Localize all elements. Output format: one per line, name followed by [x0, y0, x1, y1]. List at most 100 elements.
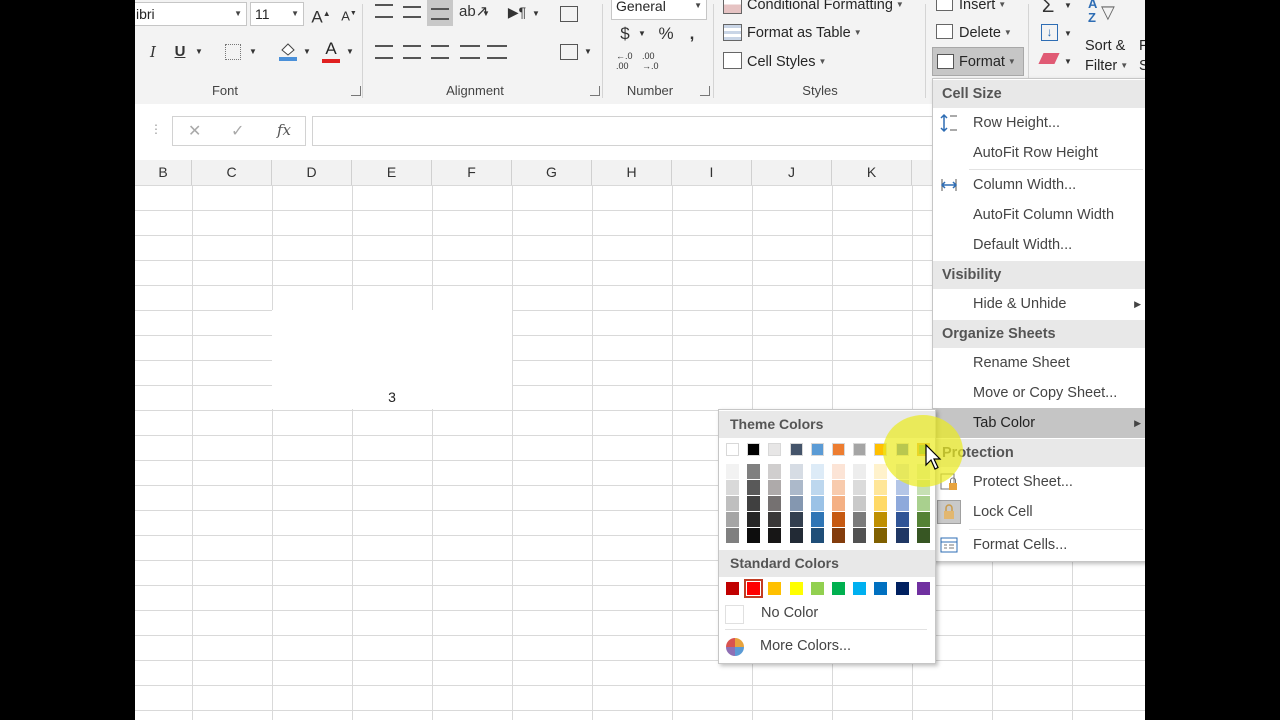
find-select-button[interactable]: F S — [1139, 36, 1145, 76]
column-header-k[interactable]: K — [832, 160, 912, 185]
menu-item-protect-sheet[interactable]: Protect Sheet... — [933, 467, 1145, 497]
grow-font-button[interactable]: A▲ — [310, 2, 332, 30]
theme-shade-swatch[interactable] — [874, 496, 888, 511]
theme-shade-swatch[interactable] — [916, 528, 930, 543]
fill-color-button[interactable] — [278, 41, 298, 61]
cell-styles-button[interactable]: Cell Styles ▼ — [747, 51, 826, 73]
font-color-dropdown[interactable]: ▼ — [344, 40, 356, 64]
standard-color-swatch[interactable] — [744, 579, 764, 598]
theme-shade-swatch[interactable] — [726, 512, 739, 527]
delete-button[interactable]: Delete ▼ — [959, 22, 1012, 44]
font-color-button[interactable]: A — [320, 40, 342, 64]
number-format-combo[interactable]: General ▼ — [611, 0, 707, 20]
menu-item-default-width[interactable]: Default Width... — [933, 230, 1145, 260]
borders-icon[interactable] — [225, 44, 241, 60]
align-right-icon[interactable] — [431, 45, 449, 59]
menu-item-rename-sheet[interactable]: Rename Sheet — [933, 348, 1145, 378]
menu-item-move-copy-sheet[interactable]: Move or Copy Sheet... — [933, 378, 1145, 408]
underline-button[interactable]: U — [169, 40, 191, 64]
theme-shade-swatch[interactable] — [810, 464, 824, 479]
shrink-font-button[interactable]: A▼ — [338, 2, 360, 28]
insert-button[interactable]: Insert ▼ — [959, 0, 1006, 16]
standard-color-swatch[interactable] — [853, 582, 867, 595]
theme-shade-swatch[interactable] — [747, 528, 761, 543]
column-header-c[interactable]: C — [192, 160, 272, 185]
theme-color-swatch[interactable] — [810, 443, 824, 456]
alignment-dialog-launcher[interactable]: . — [590, 86, 600, 96]
theme-shade-swatch[interactable] — [916, 496, 930, 511]
theme-shade-swatch[interactable] — [810, 480, 824, 495]
column-header-g[interactable]: G — [512, 160, 592, 185]
font-dialog-launcher[interactable]: . — [351, 86, 361, 96]
top-align-icon[interactable] — [375, 4, 393, 18]
theme-shade-swatch[interactable] — [768, 464, 782, 479]
standard-color-swatch[interactable] — [832, 582, 845, 595]
theme-shade-swatch[interactable] — [853, 496, 867, 511]
theme-shade-swatch[interactable] — [789, 480, 803, 495]
standard-color-swatch[interactable] — [810, 582, 824, 595]
column-header-j[interactable]: J — [752, 160, 832, 185]
column-header-b[interactable]: B — [135, 160, 192, 185]
accounting-dropdown[interactable]: ▼ — [637, 22, 647, 46]
theme-shade-swatch[interactable] — [832, 528, 845, 543]
autosum-dropdown[interactable]: ▼ — [1063, 0, 1073, 18]
theme-shade-swatch[interactable] — [895, 528, 909, 543]
orientation-button[interactable]: ab↗ — [459, 0, 488, 24]
theme-shade-swatch[interactable] — [768, 528, 782, 543]
column-header-h[interactable]: H — [592, 160, 672, 185]
theme-shade-swatch[interactable] — [853, 464, 867, 479]
theme-color-swatch[interactable] — [832, 443, 845, 456]
enter-icon[interactable]: ✓ — [231, 121, 244, 141]
orientation-dropdown[interactable]: ▼ — [481, 2, 491, 26]
theme-shade-swatch[interactable] — [832, 480, 845, 495]
column-header-f[interactable]: F — [432, 160, 512, 185]
theme-shade-swatch[interactable] — [789, 464, 803, 479]
bottom-align-button[interactable] — [427, 0, 453, 26]
eraser-icon[interactable] — [1038, 53, 1060, 64]
middle-align-icon[interactable] — [403, 6, 421, 18]
column-header-e[interactable]: E — [352, 160, 432, 185]
cancel-icon[interactable]: ✕ — [188, 121, 201, 141]
sort-filter-button[interactable]: Sort & Filter ▼ — [1085, 36, 1128, 76]
column-header-d[interactable]: D — [272, 160, 352, 185]
theme-shade-swatch[interactable] — [832, 512, 845, 527]
standard-color-swatch[interactable] — [768, 582, 782, 595]
theme-shade-swatch[interactable] — [726, 480, 739, 495]
theme-shade-swatch[interactable] — [789, 528, 803, 543]
align-left-icon[interactable] — [375, 45, 393, 59]
theme-color-swatch[interactable] — [768, 443, 782, 456]
theme-shade-swatch[interactable] — [789, 496, 803, 511]
theme-color-swatch[interactable] — [726, 443, 739, 456]
theme-shade-swatch[interactable] — [832, 464, 845, 479]
standard-color-swatch[interactable] — [874, 582, 888, 595]
theme-shade-swatch[interactable] — [768, 496, 782, 511]
no-color-item[interactable]: No Color — [719, 601, 935, 628]
menu-item-autofit-row-height[interactable]: AutoFit Row Height — [933, 138, 1145, 168]
theme-shade-swatch[interactable] — [810, 496, 824, 511]
theme-shade-swatch[interactable] — [874, 464, 888, 479]
theme-color-swatch[interactable] — [747, 443, 761, 456]
accounting-format-button[interactable]: $ — [617, 22, 633, 46]
column-header-i[interactable]: I — [672, 160, 752, 185]
theme-shade-swatch[interactable] — [768, 512, 782, 527]
autosum-button[interactable]: Σ — [1038, 0, 1058, 18]
theme-shade-swatch[interactable] — [726, 496, 739, 511]
theme-color-swatch[interactable] — [789, 443, 803, 456]
menu-item-column-width[interactable]: Column Width... — [933, 170, 1145, 200]
theme-shade-swatch[interactable] — [874, 528, 888, 543]
theme-shade-swatch[interactable] — [810, 512, 824, 527]
format-as-table-button[interactable]: Format as Table ▼ — [747, 22, 862, 44]
menu-item-format-cells[interactable]: Format Cells... — [933, 530, 1145, 560]
theme-shade-swatch[interactable] — [747, 512, 761, 527]
theme-shade-swatch[interactable] — [810, 528, 824, 543]
more-colors-item[interactable]: More Colors... — [719, 633, 935, 660]
theme-shade-swatch[interactable] — [895, 496, 909, 511]
merge-center-icon[interactable] — [560, 44, 578, 60]
fill-color-dropdown[interactable]: ▼ — [301, 40, 313, 64]
menu-item-tab-color[interactable]: Tab Color ▶ — [933, 408, 1145, 438]
theme-color-swatch[interactable] — [853, 443, 867, 456]
clear-dropdown[interactable]: ▼ — [1063, 50, 1073, 74]
decrease-decimal-button[interactable]: .00 →.0 — [642, 51, 662, 71]
theme-shade-swatch[interactable] — [853, 512, 867, 527]
format-button[interactable]: Format ▼ — [932, 47, 1024, 76]
